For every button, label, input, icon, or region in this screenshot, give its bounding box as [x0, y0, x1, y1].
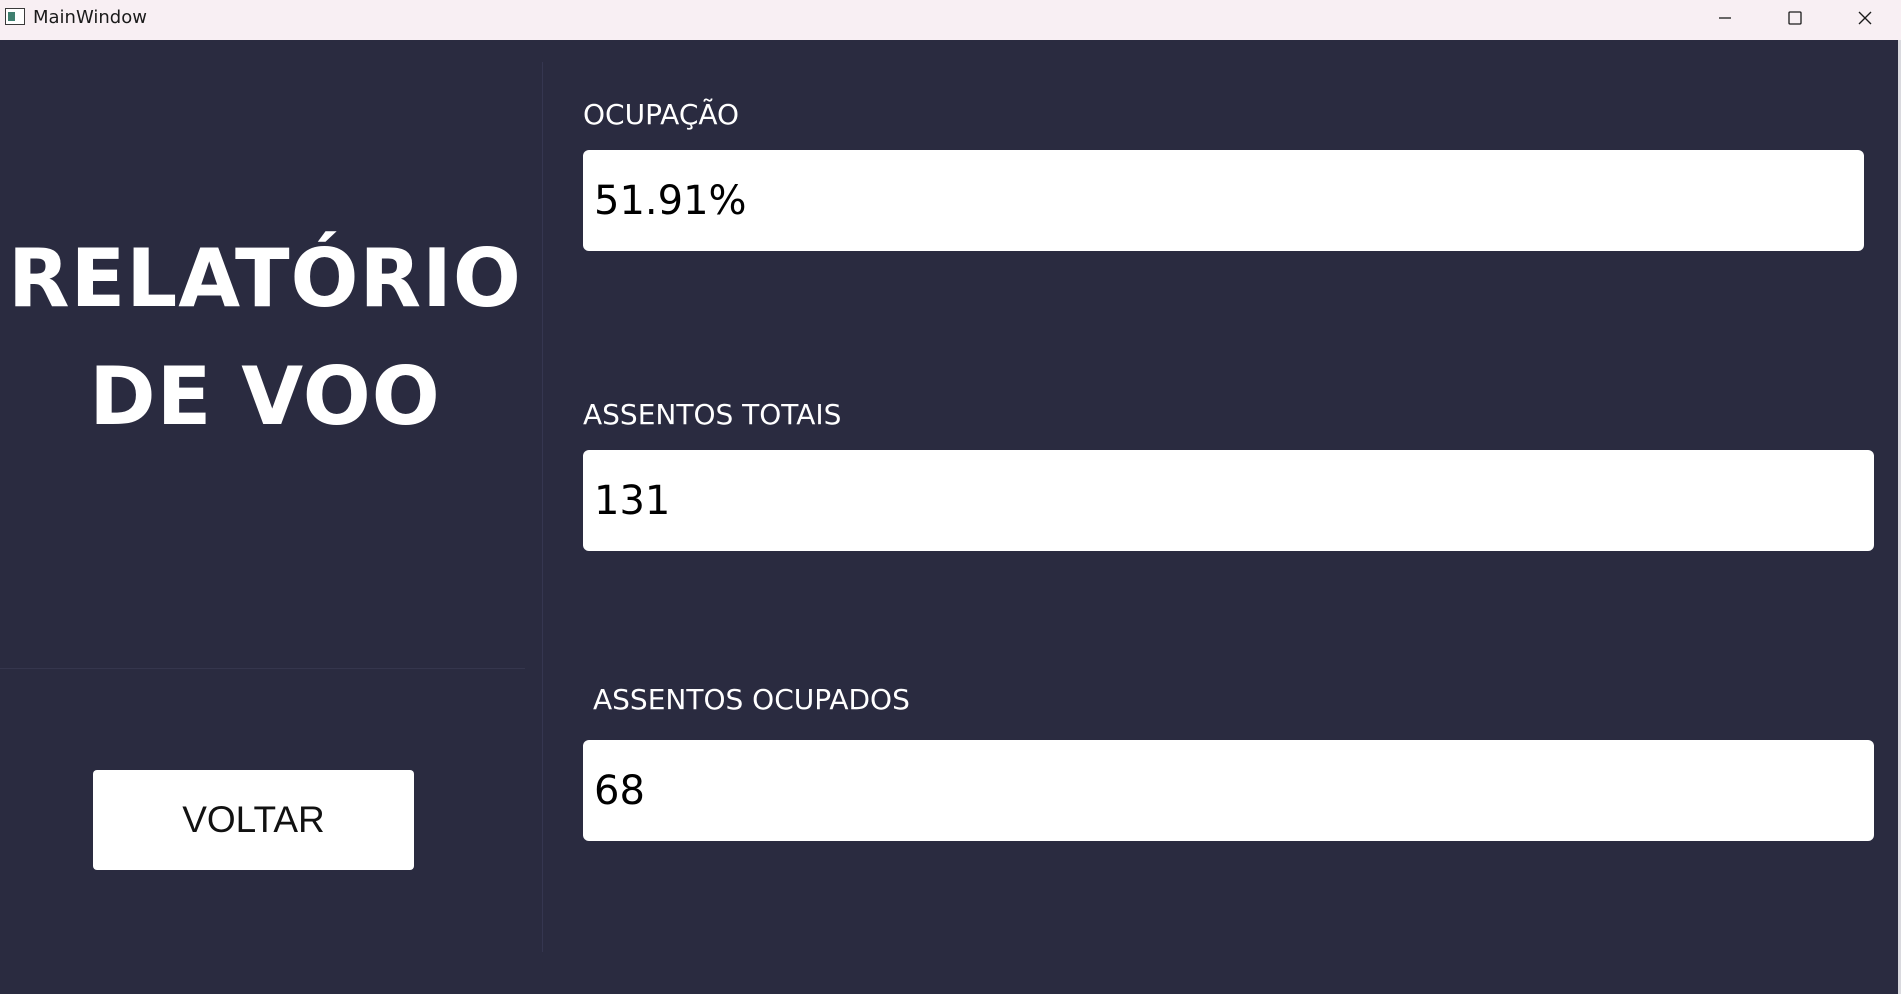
close-button[interactable]	[1830, 0, 1900, 36]
occupancy-field[interactable]: 51.91%	[583, 150, 1864, 251]
maximize-button[interactable]	[1760, 0, 1830, 36]
app-window-icon	[5, 8, 25, 25]
minimize-button[interactable]	[1690, 0, 1760, 36]
vertical-divider	[542, 62, 543, 952]
window-title: MainWindow	[33, 7, 147, 28]
occupied-seats-label: ASSENTOS OCUPADOS	[593, 683, 910, 716]
total-seats-field[interactable]: 131	[583, 450, 1874, 551]
title-bar[interactable]: MainWindow	[0, 0, 1901, 40]
close-icon	[1858, 11, 1872, 25]
report-title-line2: DE VOO	[89, 350, 441, 443]
maximize-icon	[1788, 11, 1802, 25]
report-title: RELATÓRIO DE VOO	[0, 220, 530, 456]
occupancy-label: OCUPAÇÃO	[583, 98, 740, 131]
minimize-icon	[1719, 17, 1731, 19]
back-button[interactable]: VOLTAR	[93, 770, 414, 870]
left-divider	[0, 668, 525, 669]
total-seats-label: ASSENTOS TOTAIS	[583, 398, 842, 431]
left-panel: RELATÓRIO DE VOO VOLTAR	[0, 40, 540, 994]
main-window: MainWindow RELATÓRIO DE VOO VOLTAR OCUPA…	[0, 0, 1901, 994]
occupied-seats-field[interactable]: 68	[583, 740, 1874, 841]
report-title-line1: RELATÓRIO	[8, 232, 522, 325]
